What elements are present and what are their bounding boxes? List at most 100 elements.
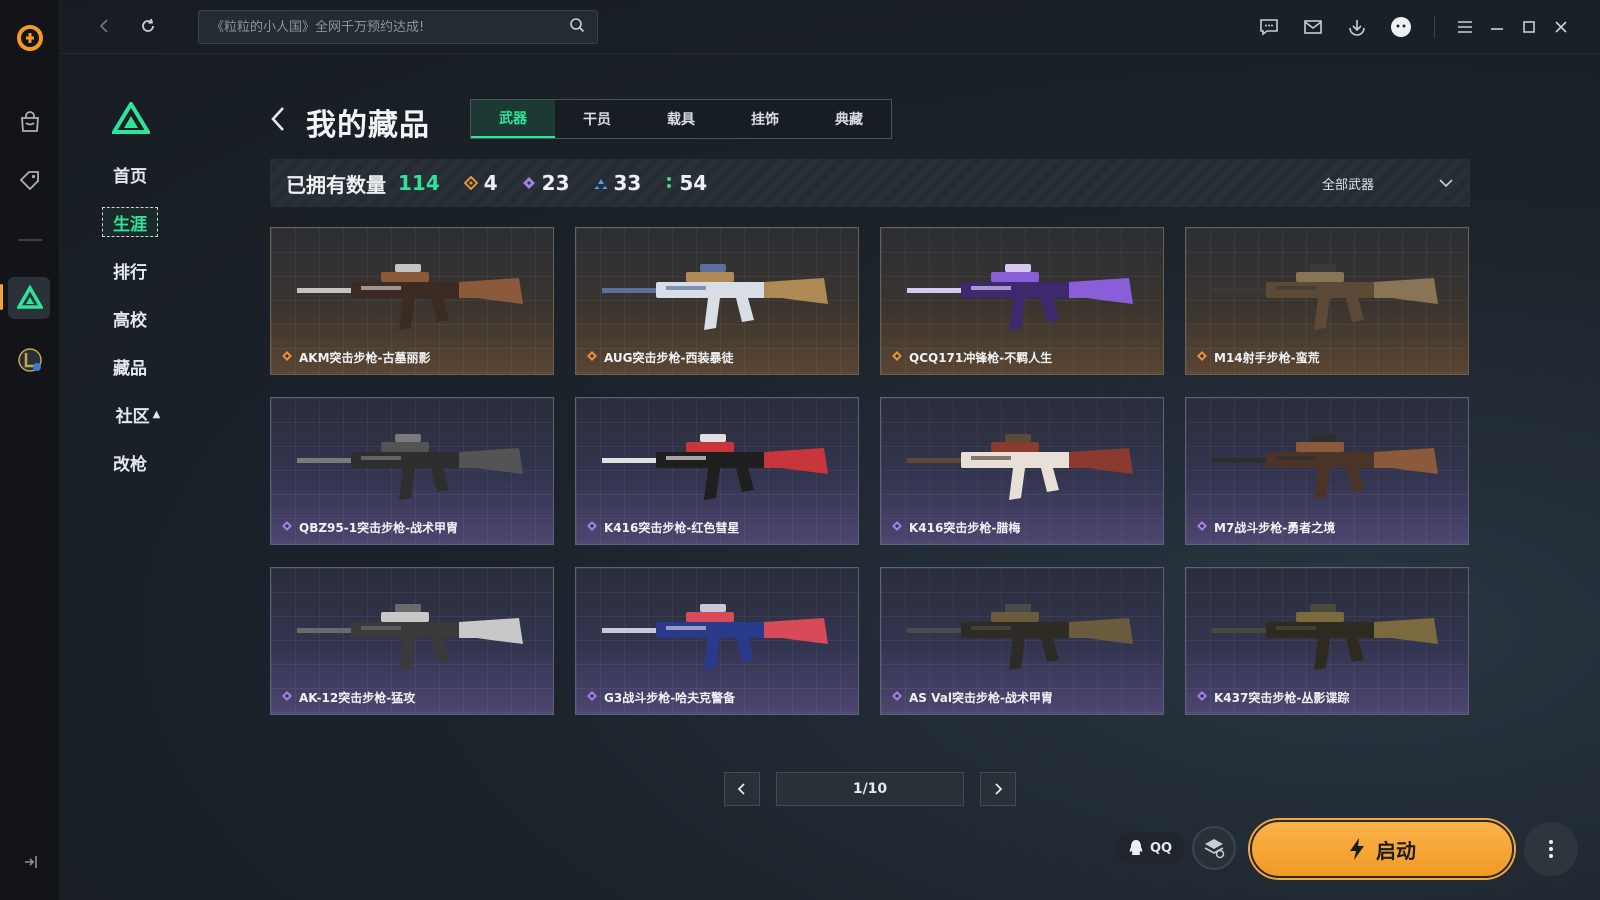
weapon-card[interactable]: AK-12突击步枪-猛攻 bbox=[270, 567, 554, 715]
search-input[interactable] bbox=[211, 19, 569, 35]
search-bar[interactable] bbox=[198, 10, 598, 44]
gold-diamond-icon bbox=[463, 176, 478, 190]
weapon-image bbox=[901, 418, 1145, 514]
stat-gold-count: 4 bbox=[483, 171, 498, 195]
weapon-label: G3战斗步枪-哈夫克警备 bbox=[586, 689, 735, 706]
tab-collector[interactable]: 典藏 bbox=[807, 100, 891, 138]
weapon-card[interactable]: AS Val突击步枪-战术甲胄 bbox=[880, 567, 1164, 715]
weapon-name: AKM突击步枪-古墓丽影 bbox=[299, 351, 431, 365]
stat-green: 54 bbox=[665, 171, 707, 195]
app-rail bbox=[0, 0, 60, 900]
weapon-image bbox=[596, 418, 840, 514]
weapon-card[interactable]: QBZ95-1突击步枪-战术甲胄 bbox=[270, 397, 554, 545]
weapon-card[interactable]: QCQ171冲锋枪-不羁人生 bbox=[880, 227, 1164, 375]
weapon-image bbox=[1206, 588, 1450, 684]
weapon-card[interactable]: AKM突击步枪-古墓丽影 bbox=[270, 227, 554, 375]
subnav-item-career[interactable]: 生涯 bbox=[102, 207, 158, 237]
next-page-button[interactable] bbox=[980, 772, 1016, 806]
stat-purple: 23 bbox=[522, 171, 570, 195]
weapon-card[interactable]: K416突击步枪-腊梅 bbox=[880, 397, 1164, 545]
subnav-item-ranking[interactable]: 排行 bbox=[102, 255, 158, 285]
weapon-image bbox=[901, 588, 1145, 684]
category-tabs: 武器 干员 载具 挂饰 典藏 bbox=[470, 99, 892, 139]
gold-diamond-icon bbox=[891, 350, 903, 365]
tab-operators[interactable]: 干员 bbox=[555, 100, 639, 138]
weapon-image bbox=[1206, 248, 1450, 344]
gold-diamond-icon bbox=[281, 350, 293, 365]
tab-charms[interactable]: 挂饰 bbox=[723, 100, 807, 138]
purple-diamond-icon bbox=[281, 520, 293, 535]
lightning-icon bbox=[1350, 838, 1364, 860]
game-settings-button[interactable] bbox=[1192, 826, 1236, 870]
subnav-item-university[interactable]: 高校 bbox=[102, 303, 158, 333]
tab-vehicles[interactable]: 载具 bbox=[639, 100, 723, 138]
weapon-card[interactable]: K437突击步枪-丛影谍踪 bbox=[1185, 567, 1469, 715]
owned-label: 已拥有数量 bbox=[286, 172, 386, 197]
maximize-icon[interactable] bbox=[1516, 14, 1542, 40]
weapon-card[interactable]: AUG突击步枪-西装暴徒 bbox=[575, 227, 859, 375]
purple-diamond-icon bbox=[1196, 690, 1208, 705]
collapse-sidebar-icon[interactable] bbox=[14, 846, 46, 878]
app-logo-icon[interactable] bbox=[14, 22, 46, 54]
minimize-icon[interactable] bbox=[1484, 14, 1510, 40]
mail-icon[interactable] bbox=[1300, 14, 1326, 40]
user-avatar-icon[interactable] bbox=[1388, 14, 1414, 40]
page-back-icon[interactable] bbox=[268, 104, 294, 134]
weapon-card[interactable]: M14射手步枪-蛮荒 bbox=[1185, 227, 1469, 375]
weapon-image bbox=[596, 248, 840, 344]
weapon-image bbox=[1206, 418, 1450, 514]
chat-icon[interactable] bbox=[1256, 14, 1282, 40]
prev-page-button[interactable] bbox=[724, 772, 760, 806]
subnav-item-home[interactable]: 首页 bbox=[102, 159, 158, 189]
purple-diamond-icon bbox=[586, 690, 598, 705]
weapon-name: AUG突击步枪-西装暴徒 bbox=[604, 351, 734, 365]
league-game-icon[interactable] bbox=[14, 344, 46, 376]
weapon-name: M14射手步枪-蛮荒 bbox=[1214, 351, 1320, 365]
weapon-card[interactable]: G3战斗步枪-哈夫克警备 bbox=[575, 567, 859, 715]
qq-login-button[interactable]: QQ bbox=[1115, 832, 1185, 864]
subnav-item-community[interactable]: 社区 ▲ bbox=[110, 399, 166, 429]
weapon-label: AKM突击步枪-古墓丽影 bbox=[281, 349, 431, 366]
purple-diamond-icon bbox=[1196, 520, 1208, 535]
menu-icon[interactable] bbox=[1452, 14, 1478, 40]
weapon-name: K416突击步枪-腊梅 bbox=[909, 521, 1021, 535]
tag-icon[interactable] bbox=[14, 164, 46, 196]
weapon-name: QCQ171冲锋枪-不羁人生 bbox=[909, 351, 1053, 365]
owned-count: 114 bbox=[398, 171, 440, 195]
refresh-icon[interactable] bbox=[134, 12, 162, 40]
weapon-filter-dropdown[interactable]: 全部武器 bbox=[1322, 159, 1454, 207]
tab-weapons[interactable]: 武器 bbox=[471, 100, 555, 138]
delta-force-game-icon[interactable] bbox=[14, 282, 46, 314]
weapon-card[interactable]: M7战斗步枪-勇者之境 bbox=[1185, 397, 1469, 545]
purple-diamond-icon bbox=[891, 690, 903, 705]
stat-blue-count: 33 bbox=[613, 171, 642, 195]
game-logo-icon bbox=[110, 100, 152, 138]
purple-diamond-icon bbox=[891, 520, 903, 535]
weapon-name: QBZ95-1突击步枪-战术甲胄 bbox=[299, 521, 459, 535]
nav-back-icon[interactable] bbox=[90, 12, 118, 40]
search-icon[interactable] bbox=[569, 17, 585, 37]
subnav-item-collection[interactable]: 藏品 bbox=[102, 351, 158, 381]
chevron-left-icon bbox=[737, 783, 745, 795]
stat-blue: 33 bbox=[594, 171, 642, 195]
download-icon[interactable] bbox=[1344, 14, 1370, 40]
weapon-card[interactable]: K416突击步枪-红色彗星 bbox=[575, 397, 859, 545]
weapon-label: AUG突击步枪-西装暴徒 bbox=[586, 349, 734, 366]
weapon-label: K416突击步枪-红色彗星 bbox=[586, 519, 739, 536]
gold-diamond-icon bbox=[586, 350, 598, 365]
weapon-image bbox=[596, 588, 840, 684]
subnav-item-gun-mod[interactable]: 改枪 bbox=[102, 447, 158, 477]
store-bag-icon[interactable] bbox=[14, 106, 46, 138]
weapon-label: K437突击步枪-丛影谍踪 bbox=[1196, 689, 1349, 706]
more-options-button[interactable] bbox=[1524, 822, 1578, 876]
weapon-name: AS Val突击步枪-战术甲胄 bbox=[909, 691, 1053, 705]
topbar-divider bbox=[1434, 16, 1435, 38]
purple-diamond-icon bbox=[522, 177, 535, 189]
layers-gear-icon bbox=[1204, 839, 1225, 859]
launch-game-button[interactable]: 启动 bbox=[1250, 820, 1514, 878]
launch-label: 启动 bbox=[1376, 838, 1416, 863]
weapon-label: M7战斗步枪-勇者之境 bbox=[1196, 519, 1335, 536]
weapon-name: K416突击步枪-红色彗星 bbox=[604, 521, 740, 535]
close-icon[interactable] bbox=[1548, 14, 1574, 40]
weapon-label: AK-12突击步枪-猛攻 bbox=[281, 689, 415, 706]
